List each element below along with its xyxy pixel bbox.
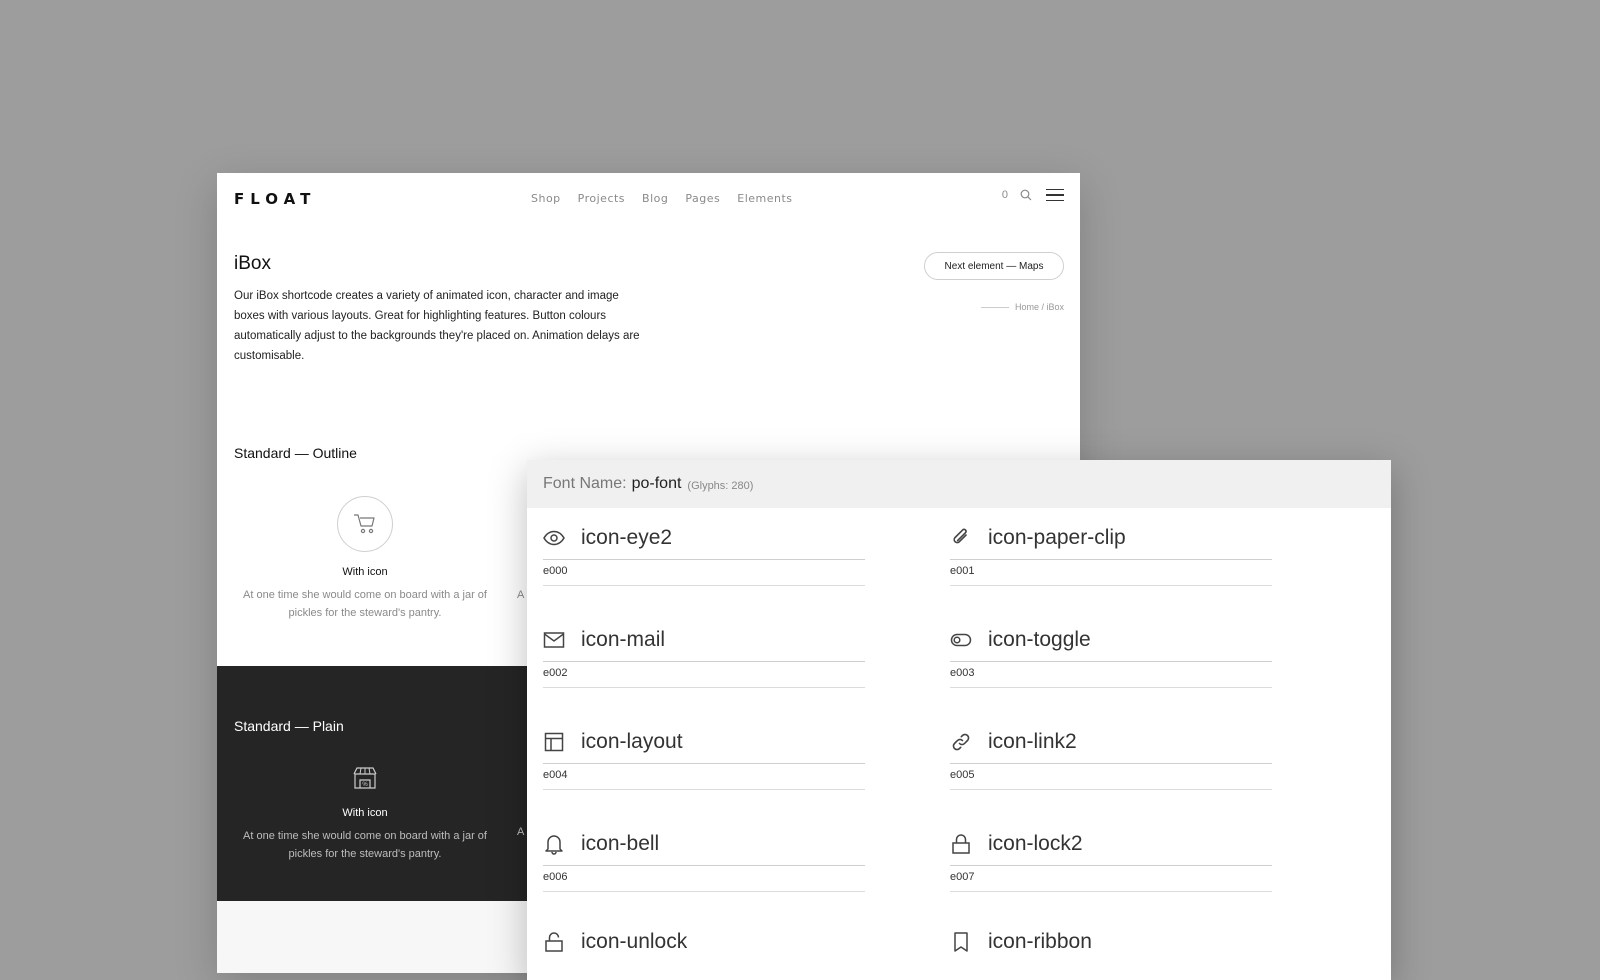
divider	[950, 661, 1272, 662]
glyph-item: icon-lock2 e007	[950, 830, 1272, 892]
glyph-name[interactable]: icon-eye2	[581, 526, 672, 550]
ibox-plain: % With icon At one time she would come o…	[234, 766, 496, 863]
glyph-code[interactable]: e003	[950, 667, 1272, 682]
glyph-name[interactable]: icon-layout	[581, 730, 683, 754]
layout-icon	[543, 731, 565, 753]
glyph-name[interactable]: icon-toggle	[988, 628, 1091, 652]
ibox-text: At one time she would come on board with…	[243, 589, 487, 619]
divider	[950, 687, 1272, 688]
divider	[543, 763, 865, 764]
ibox-text-partial: A	[517, 589, 525, 601]
glyph-code[interactable]: e004	[543, 769, 865, 784]
divider	[950, 763, 1272, 764]
nav-item-elements[interactable]: Elements	[737, 192, 792, 205]
divider	[543, 559, 865, 560]
glyph-code[interactable]: e000	[543, 565, 865, 580]
nav-item-shop[interactable]: Shop	[531, 192, 561, 205]
cart-icon	[354, 514, 375, 534]
mail-icon	[543, 629, 565, 651]
glyph-item: icon-ribbon	[950, 928, 1272, 956]
nav-item-pages[interactable]: Pages	[685, 192, 720, 205]
divider	[950, 865, 1272, 866]
glyph-count: (Glyphs: 280)	[687, 479, 754, 492]
divider	[950, 789, 1272, 790]
font-header: Font Name: po-font (Glyphs: 280)	[527, 460, 1391, 508]
cart-count[interactable]: 0	[1002, 189, 1008, 201]
glyph-item: icon-bell e006	[543, 830, 865, 892]
divider	[543, 789, 865, 790]
divider	[950, 891, 1272, 892]
ibox-title: With icon	[342, 807, 388, 819]
glyph-name[interactable]: icon-paper-clip	[988, 526, 1126, 550]
glyph-code[interactable]: e005	[950, 769, 1272, 784]
glyph-name[interactable]: icon-link2	[988, 730, 1077, 754]
icon-circle	[337, 496, 393, 552]
shop-icon: %	[353, 767, 377, 789]
ribbon-icon	[950, 931, 972, 953]
ibox-outline: With icon At one time she would come on …	[234, 496, 496, 622]
breadcrumb-current: iBox	[1046, 302, 1064, 312]
divider	[543, 585, 865, 586]
glyph-name[interactable]: icon-lock2	[988, 832, 1083, 856]
glyph-name[interactable]: icon-unlock	[581, 930, 687, 954]
page-title: iBox	[234, 253, 271, 274]
glyph-code[interactable]: e001	[950, 565, 1272, 580]
ibox-title: With icon	[342, 566, 388, 578]
glyph-name[interactable]: icon-ribbon	[988, 930, 1092, 954]
svg-text:%: %	[362, 782, 368, 788]
font-name-label: Font Name:	[543, 475, 627, 492]
bell-icon	[543, 833, 565, 855]
glyph-item: icon-mail e002	[543, 626, 865, 688]
font-glyph-panel: Font Name: po-font (Glyphs: 280) icon-ey…	[527, 460, 1391, 980]
breadcrumb-home-link[interactable]: Home	[1015, 302, 1039, 312]
section-title-plain: Standard — Plain	[234, 718, 344, 734]
divider	[543, 865, 865, 866]
glyph-code[interactable]: e006	[543, 871, 865, 886]
breadcrumb-separator: /	[1038, 302, 1047, 312]
nav-item-projects[interactable]: Projects	[578, 192, 625, 205]
glyph-name[interactable]: icon-mail	[581, 628, 665, 652]
glyph-item: icon-paper-clip e001	[950, 524, 1272, 586]
glyph-code[interactable]: e007	[950, 871, 1272, 886]
glyph-item: icon-unlock	[543, 928, 865, 956]
glyph-item: icon-toggle e003	[950, 626, 1272, 688]
glyph-code[interactable]: e002	[543, 667, 865, 682]
paper-clip-icon	[950, 527, 972, 549]
unlock-icon	[543, 931, 565, 953]
glyph-item: icon-eye2 e000	[543, 524, 865, 586]
glyph-item: icon-layout e004	[543, 728, 865, 790]
breadcrumb: Home / iBox	[980, 302, 1064, 312]
divider	[950, 585, 1272, 586]
divider	[543, 891, 865, 892]
breadcrumb-divider	[980, 306, 1009, 308]
site-logo[interactable]: FLOAT	[234, 190, 316, 208]
lock-icon	[950, 833, 972, 855]
glyph-item: icon-link2 e005	[950, 728, 1272, 790]
nav-item-blog[interactable]: Blog	[642, 192, 668, 205]
ibox-text: At one time she would come on board with…	[243, 830, 487, 860]
hamburger-menu-icon[interactable]	[1046, 189, 1064, 201]
eye-icon	[543, 527, 565, 549]
link-icon	[950, 731, 972, 753]
site-header: FLOAT Shop Projects Blog Pages Elements …	[217, 173, 1080, 225]
header-actions: 0	[1002, 189, 1064, 201]
next-element-button[interactable]: Next element — Maps	[924, 252, 1064, 280]
font-name-value: po-font	[631, 475, 682, 492]
search-icon[interactable]	[1020, 189, 1032, 201]
toggle-icon	[950, 629, 972, 651]
intro-text: Our iBox shortcode creates a variety of …	[234, 290, 640, 362]
divider	[543, 687, 865, 688]
divider	[950, 559, 1272, 560]
main-nav: Shop Projects Blog Pages Elements	[531, 192, 810, 205]
divider	[543, 661, 865, 662]
ibox-text-partial: A	[517, 826, 525, 838]
glyph-name[interactable]: icon-bell	[581, 832, 659, 856]
section-title-outline: Standard — Outline	[234, 445, 357, 461]
